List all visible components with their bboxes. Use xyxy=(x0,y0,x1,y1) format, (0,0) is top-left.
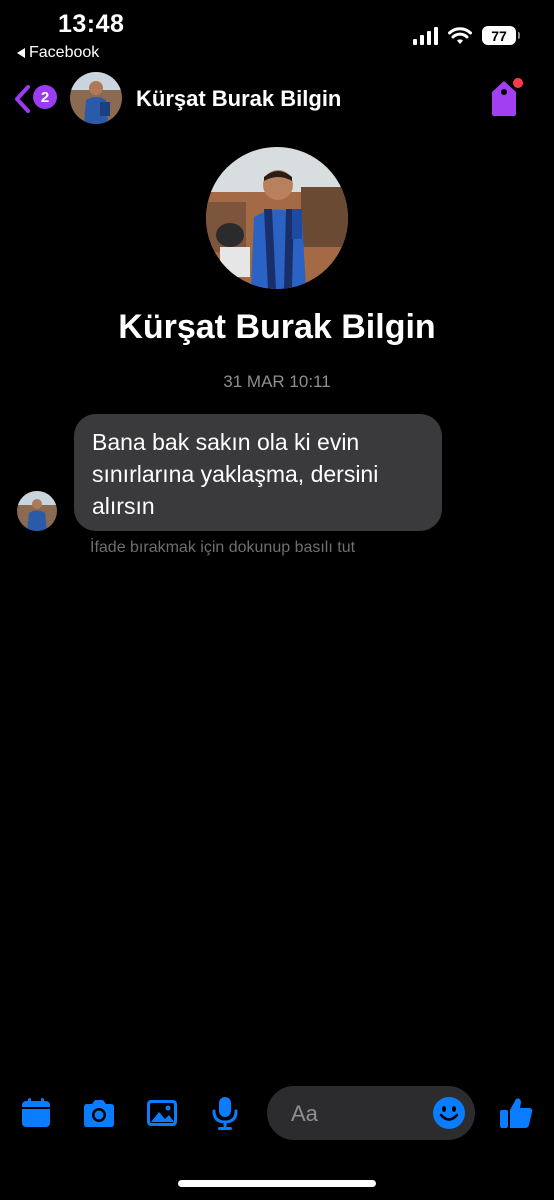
messenger-chat-screen: 13:48 Facebook 77 2 Kürşat Burak Bilgin … xyxy=(0,0,554,1200)
status-indicators: 77 xyxy=(413,26,520,45)
profile-avatar[interactable] xyxy=(206,147,348,289)
like-button[interactable] xyxy=(497,1094,535,1132)
contact-name[interactable]: Kürşat Burak Bilgin xyxy=(136,86,341,112)
avatar[interactable] xyxy=(70,72,122,124)
back-chevron-icon[interactable] xyxy=(12,84,32,114)
reaction-hint: İfade bırakmak için dokunup basılı tut xyxy=(90,539,356,556)
wifi-icon xyxy=(448,26,472,44)
microphone-icon xyxy=(212,1097,238,1130)
calendar-icon xyxy=(22,1098,50,1127)
calendar-button[interactable] xyxy=(17,1094,55,1132)
gallery-icon xyxy=(147,1100,177,1126)
back-triangle-icon xyxy=(17,48,25,58)
voice-message-button[interactable] xyxy=(206,1094,244,1132)
status-time: 13:48 xyxy=(58,10,125,38)
gallery-button[interactable] xyxy=(143,1094,181,1132)
sender-avatar[interactable] xyxy=(17,491,57,531)
back-to-app-link[interactable]: Facebook xyxy=(17,44,99,62)
cellular-signal-icon xyxy=(413,26,438,45)
unread-count-badge[interactable]: 2 xyxy=(33,85,57,109)
composer-toolbar xyxy=(0,1086,554,1140)
message-input[interactable] xyxy=(289,1098,423,1130)
notification-dot xyxy=(513,78,523,88)
home-indicator[interactable] xyxy=(178,1180,376,1187)
message-bubble[interactable]: Bana bak sakın ola ki evin sınırlarına y… xyxy=(74,414,442,531)
back-app-label: Facebook xyxy=(29,44,100,61)
camera-icon xyxy=(84,1100,114,1127)
camera-button[interactable] xyxy=(80,1094,118,1132)
message-timestamp: 31 MAR 10:11 xyxy=(223,372,331,391)
emoji-icon[interactable] xyxy=(432,1096,466,1130)
profile-name: Kürşat Burak Bilgin xyxy=(118,308,436,346)
chat-header: 2 Kürşat Burak Bilgin xyxy=(0,72,554,126)
message-composer[interactable] xyxy=(267,1086,475,1140)
thumbs-up-icon xyxy=(500,1098,533,1128)
battery-indicator: 77 xyxy=(482,26,520,45)
